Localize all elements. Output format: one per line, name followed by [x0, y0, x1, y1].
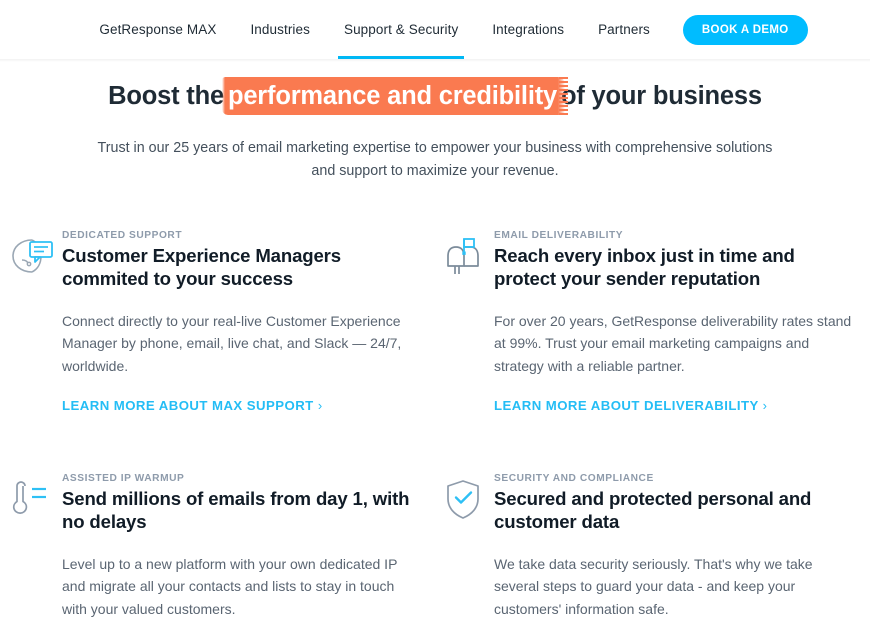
feature-eyebrow: ASSISTED IP WARMUP	[62, 472, 185, 484]
head-chat-bubble-icon	[0, 230, 62, 278]
nav-item-getresponse-max[interactable]: GetResponse MAX	[82, 0, 233, 59]
features-grid: DEDICATED SUPPORT Customer Experience Ma…	[0, 230, 870, 621]
shield-check-icon	[432, 473, 494, 521]
hero-section: Boost the performance and credibility of y…	[0, 59, 870, 183]
page-title: Boost the performance and credibility of y…	[0, 81, 870, 112]
page-title-prefix: Boost the	[108, 82, 224, 110]
chevron-right-icon: ›	[317, 397, 323, 413]
nav-item-partners[interactable]: Partners	[581, 0, 667, 59]
feature-title: Send millions of emails from day 1, with…	[62, 487, 410, 533]
feature-eyebrow: DEDICATED SUPPORT	[62, 229, 183, 241]
main-navigation: GetResponse MAX Industries Support & Sec…	[62, 0, 808, 59]
nav-item-label: Industries	[250, 22, 310, 37]
feature-content: ASSISTED IP WARMUP Send millions of emai…	[62, 473, 414, 621]
mailbox-icon	[432, 230, 494, 278]
feature-description: Connect directly to your real-live Custo…	[62, 312, 402, 375]
feature-card-assisted-ip-warmup: ASSISTED IP WARMUP Send millions of emai…	[0, 473, 432, 621]
learn-more-max-support-link[interactable]: LEARN MORE ABOUT MAX SUPPORT ›	[62, 398, 323, 413]
feature-card-security-and-compliance: SECURITY AND COMPLIANCE Secured and prot…	[432, 473, 870, 621]
feature-eyebrow: SECURITY AND COMPLIANCE	[494, 472, 654, 484]
feature-content: EMAIL DELIVERABILITY Reach every inbox j…	[494, 230, 852, 415]
learn-more-deliverability-link[interactable]: LEARN MORE ABOUT DELIVERABILITY ›	[494, 398, 767, 413]
link-label: LEARN MORE ABOUT MAX SUPPORT	[62, 397, 314, 413]
feature-description: For over 20 years, GetResponse deliverab…	[494, 312, 852, 375]
nav-item-label: Partners	[598, 22, 650, 37]
feature-title: Reach every inbox just in time and prote…	[494, 244, 795, 290]
thermometer-icon	[0, 473, 62, 521]
feature-card-dedicated-support: DEDICATED SUPPORT Customer Experience Ma…	[0, 230, 432, 415]
book-a-demo-button[interactable]: BOOK A DEMO	[682, 14, 808, 45]
feature-description: Level up to a new platform with your own…	[62, 555, 398, 617]
nav-item-label: Integrations	[492, 22, 565, 37]
feature-content: SECURITY AND COMPLIANCE Secured and prot…	[494, 473, 852, 621]
nav-item-integrations[interactable]: Integrations	[475, 0, 581, 59]
nav-item-label: Support & Security	[343, 22, 459, 37]
site-header: GetResponse MAX Industries Support & Sec…	[0, 0, 870, 62]
feature-content: DEDICATED SUPPORT Customer Experience Ma…	[62, 230, 414, 415]
nav-item-industries[interactable]: Industries	[233, 0, 327, 59]
feature-card-email-deliverability: EMAIL DELIVERABILITY Reach every inbox j…	[432, 230, 870, 415]
feature-description: We take data security seriously. That's …	[494, 555, 813, 617]
nav-item-label: GetResponse MAX	[99, 22, 217, 37]
chevron-right-icon: ›	[762, 397, 768, 413]
link-label: LEARN MORE ABOUT DELIVERABILITY	[494, 397, 759, 413]
hero-subtitle: Trust in our 25 years of email marketing…	[97, 139, 773, 179]
feature-title: Customer Experience Managers commited to…	[62, 244, 341, 290]
page-title-suffix: of your business	[560, 82, 762, 110]
page-title-highlight: performance and credibility	[224, 82, 561, 110]
feature-title: Secured and protected personal and custo…	[494, 487, 812, 533]
nav-item-support-and-security[interactable]: Support & Security	[327, 0, 475, 59]
feature-eyebrow: EMAIL DELIVERABILITY	[494, 229, 624, 241]
